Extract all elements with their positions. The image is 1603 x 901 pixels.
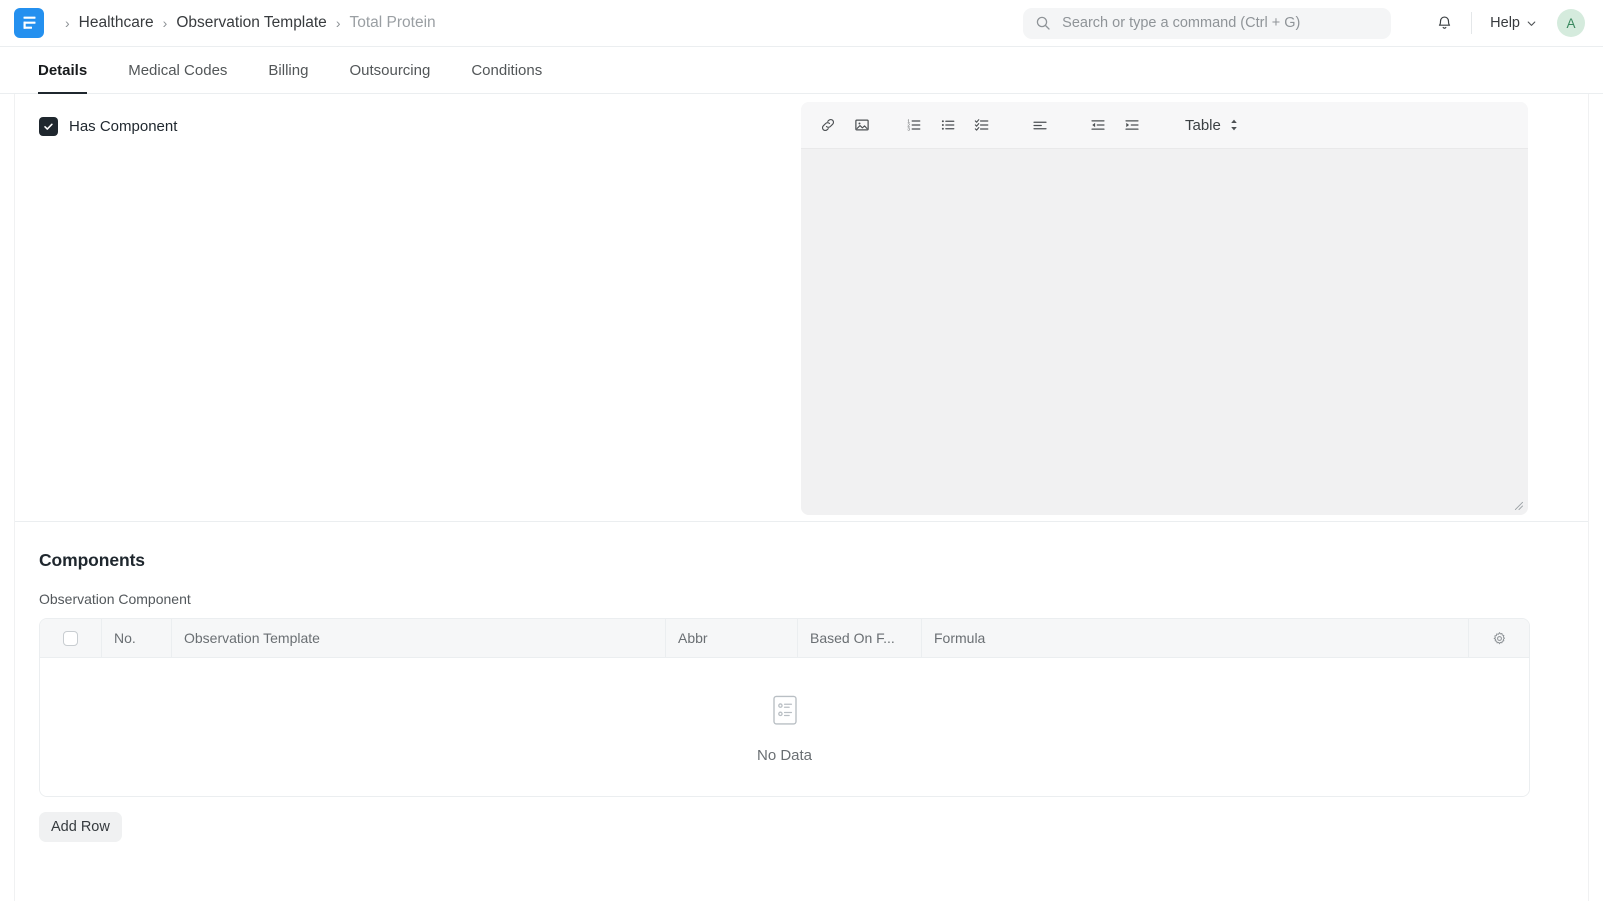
editor-toolbar: 1 2 3 Table — [801, 102, 1528, 149]
details-right-column: 1 2 3 Table — [801, 94, 1588, 521]
ordered-list-icon[interactable]: 1 2 3 — [897, 109, 931, 141]
navbar-right: Help A — [1023, 7, 1585, 39]
no-data-icon — [772, 695, 797, 725]
search-box[interactable] — [1023, 7, 1392, 39]
link-icon[interactable] — [811, 109, 845, 141]
gear-icon — [1493, 631, 1505, 644]
up-down-caret-icon — [1231, 119, 1237, 131]
toolbar-gap-3 — [1057, 125, 1081, 126]
search-icon — [1036, 16, 1050, 30]
grid-header-row: No. Observation Template Abbr Based On F… — [40, 619, 1529, 658]
link-glyph-icon — [821, 118, 835, 132]
table-dropdown[interactable]: Table — [1179, 114, 1245, 137]
has-component-checkbox-box[interactable] — [39, 117, 58, 136]
breadcrumb: › Healthcare › Observation Template › To… — [56, 14, 436, 32]
observation-component-grid: No. Observation Template Abbr Based On F… — [39, 618, 1530, 797]
grid-header-select — [40, 619, 102, 657]
table-dropdown-label: Table — [1185, 116, 1221, 134]
tab-details[interactable]: Details — [38, 47, 88, 94]
has-component-label: Has Component — [69, 118, 178, 135]
svg-text:3: 3 — [907, 126, 910, 131]
no-data-text: No Data — [756, 747, 813, 764]
resize-handle-icon[interactable] — [1514, 501, 1523, 510]
help-label: Help — [1490, 15, 1520, 31]
indent-icon[interactable] — [1115, 109, 1149, 141]
add-row-button[interactable]: Add Row — [39, 812, 122, 842]
select-all-checkbox[interactable] — [63, 630, 78, 646]
avatar[interactable]: A — [1557, 9, 1585, 37]
checklist-glyph-icon — [974, 119, 989, 131]
page-body: Has Component 1 2 3 Table Components Obs… — [0, 94, 1603, 901]
tab-conditions[interactable]: Conditions — [471, 47, 542, 93]
breadcrumb-item-total-protein: Total Protein — [349, 14, 436, 31]
details-section: Has Component 1 2 3 Table — [15, 94, 1588, 522]
observation-component-label: Observation Component — [39, 591, 191, 607]
tab-outsourcing[interactable]: Outsourcing — [349, 47, 430, 93]
breadcrumb-separator-0: › — [65, 15, 70, 31]
form-card: Has Component 1 2 3 Table Components Obs… — [14, 94, 1589, 901]
chevron-down-icon — [1527, 20, 1536, 26]
frappe-logo-icon — [23, 16, 35, 29]
tab-billing[interactable]: Billing — [268, 47, 308, 93]
navbar-divider — [1471, 12, 1473, 34]
tab-medical-codes[interactable]: Medical Codes — [128, 47, 227, 93]
has-component-checkbox[interactable]: Has Component — [39, 117, 177, 136]
toolbar-gap-1 — [879, 125, 897, 126]
bell-icon — [1438, 15, 1450, 29]
align-left-glyph-icon — [1033, 121, 1047, 130]
outdent-icon[interactable] — [1081, 109, 1115, 141]
image-glyph-icon — [855, 119, 869, 131]
breadcrumb-item-healthcare[interactable]: Healthcare — [79, 14, 154, 32]
details-left-column: Has Component — [15, 94, 801, 521]
description-editor-body[interactable] — [801, 149, 1528, 515]
help-menu[interactable]: Help — [1486, 11, 1541, 35]
description-editor: 1 2 3 Table — [801, 102, 1528, 515]
navbar: › Healthcare › Observation Template › To… — [0, 0, 1603, 47]
indent-glyph-icon — [1125, 120, 1139, 130]
breadcrumb-item-observation-template[interactable]: Observation Template — [176, 14, 327, 32]
grid-header-formula: Formula — [922, 619, 1469, 657]
grid-header-abbr: Abbr — [666, 619, 798, 657]
avatar-initial: A — [1566, 15, 1576, 31]
search-input[interactable] — [1060, 14, 1380, 32]
bullet-list-glyph-icon — [941, 120, 955, 130]
grid-empty-state: No Data — [40, 658, 1529, 796]
grid-header-based-on-formula: Based On F... — [798, 619, 922, 657]
breadcrumb-separator-2: › — [335, 15, 341, 31]
ordered-list-glyph-icon: 1 2 3 — [907, 118, 921, 131]
image-icon[interactable] — [845, 109, 879, 141]
grid-header-no: No. — [102, 619, 172, 657]
grid-header-observation-template: Observation Template — [172, 619, 666, 657]
outdent-glyph-icon — [1091, 120, 1105, 130]
toolbar-gap-2 — [999, 125, 1023, 126]
check-icon — [44, 123, 53, 130]
components-title: Components — [39, 550, 145, 570]
form-tabs: Details Medical Codes Billing Outsourcin… — [0, 47, 1603, 94]
align-left-icon[interactable] — [1023, 109, 1057, 141]
checklist-icon[interactable] — [965, 109, 999, 141]
notifications-button[interactable] — [1429, 8, 1459, 38]
app-logo[interactable] — [14, 8, 44, 38]
bullet-list-icon[interactable] — [931, 109, 965, 141]
grid-settings-button[interactable] — [1469, 619, 1529, 657]
breadcrumb-separator-1: › — [162, 15, 168, 31]
components-section: Components Observation Component No. Obs… — [15, 522, 1588, 842]
